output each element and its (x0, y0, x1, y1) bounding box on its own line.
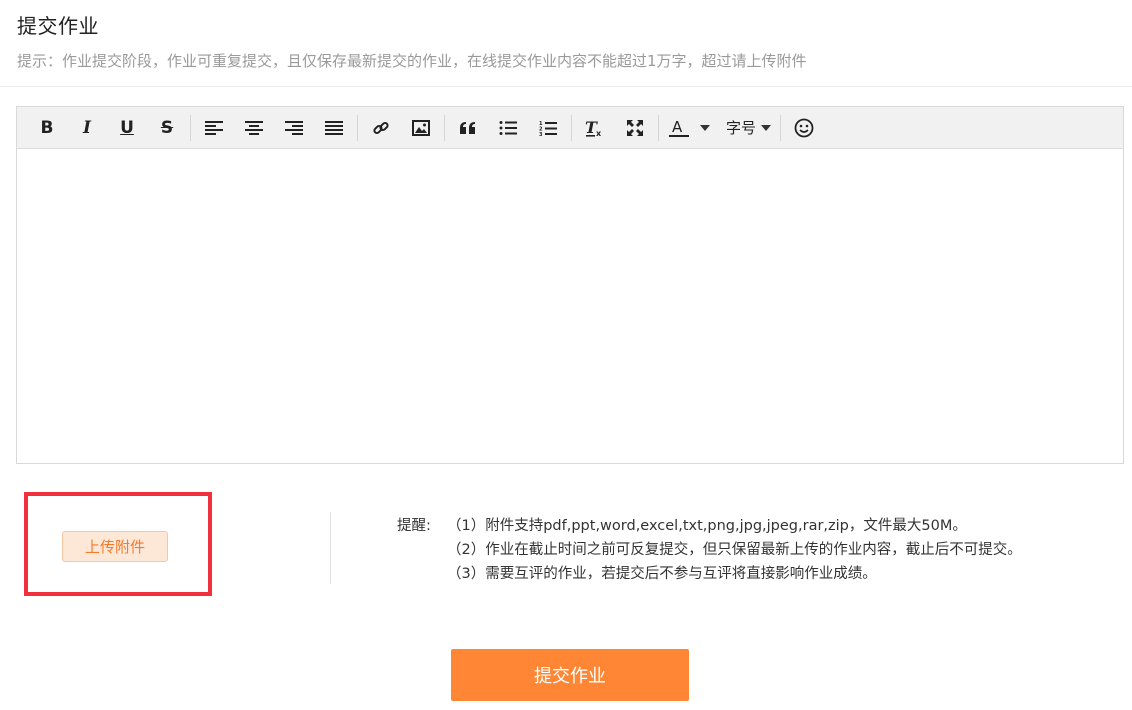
align-right-icon (285, 120, 303, 135)
link-icon (373, 121, 389, 134)
strikethrough-icon: S (160, 117, 174, 138)
align-justify-button[interactable] (314, 113, 354, 143)
fullscreen-icon (627, 119, 643, 136)
svg-text:3: 3 (539, 132, 543, 136)
chevron-down-icon (700, 124, 710, 131)
rich-text-editor: B I U S 1 2 3 T x A 字号 (16, 106, 1124, 464)
toolbar-separator (780, 114, 782, 141)
strikethrough-button[interactable]: S (147, 113, 187, 143)
bullet-list-icon (499, 120, 517, 135)
bold-button[interactable]: B (27, 113, 67, 143)
bullet-list-button[interactable] (488, 113, 528, 143)
italic-icon: I (83, 117, 91, 138)
numbered-list-icon: 123 (539, 121, 557, 136)
svg-text:x: x (596, 129, 602, 137)
editor-content-area[interactable] (17, 149, 1123, 463)
reminder-label: 提醒: (397, 518, 431, 534)
image-button[interactable] (401, 113, 441, 143)
bold-icon: B (40, 117, 54, 138)
font-size-label: 字号 (726, 119, 757, 137)
align-center-button[interactable] (234, 113, 274, 143)
blockquote-button[interactable] (448, 113, 488, 143)
submission-tip: 提示：作业提交阶段，作业可重复提交，且仅保存最新提交的作业，在线提交作业内容不能… (17, 52, 807, 70)
reminder-line: （2）作业在截止时间之前可反复提交，但只保留最新上传的作业内容，截止后不可提交。 (447, 542, 1022, 558)
chevron-down-icon (761, 124, 772, 131)
reminder-notes: 提醒: （1）附件支持pdf,ppt,word,excel,txt,png,jp… (397, 514, 1022, 586)
svg-text:A: A (672, 118, 683, 136)
align-left-icon (205, 120, 223, 135)
toolbar-separator (658, 114, 659, 141)
clear-format-button[interactable]: Tx (575, 113, 615, 143)
toolbar-separator (190, 114, 191, 141)
submit-homework-button[interactable]: 提交作业 (451, 649, 689, 701)
fullscreen-button[interactable] (615, 113, 655, 143)
align-right-button[interactable] (274, 113, 314, 143)
reminder-line: （1）附件支持pdf,ppt,word,excel,txt,png,jpg,jp… (447, 518, 967, 534)
emoji-button[interactable] (784, 113, 824, 143)
numbered-list-button[interactable]: 123 (528, 113, 568, 143)
font-size-dropdown[interactable]: 字号 (720, 113, 777, 143)
font-color-icon: A (669, 118, 689, 137)
toolbar-separator (571, 114, 572, 141)
toolbar-separator (444, 114, 445, 141)
align-left-button[interactable] (194, 113, 234, 143)
font-color-dropdown[interactable]: A (662, 113, 716, 143)
align-center-icon (245, 120, 263, 135)
editor-toolbar: B I U S 1 2 3 T x A 字号 (17, 107, 1123, 149)
align-justify-icon (325, 120, 343, 135)
underline-icon: U (120, 117, 134, 138)
image-icon (412, 119, 430, 136)
page-title: 提交作业 (17, 14, 99, 38)
upload-attachment-button[interactable]: 上传附件 (62, 531, 168, 562)
toolbar-separator (357, 114, 358, 141)
vertical-divider (330, 512, 331, 584)
reminder-line: （3）需要互评的作业，若提交后不参与互评将直接影响作业成绩。 (447, 566, 877, 582)
emoji-icon (794, 118, 814, 137)
quote-icon (460, 121, 475, 134)
clear-format-icon: Tx (585, 119, 602, 137)
link-button[interactable] (361, 113, 401, 143)
italic-button[interactable]: I (67, 113, 107, 143)
divider (0, 86, 1132, 87)
underline-button[interactable]: U (107, 113, 147, 143)
